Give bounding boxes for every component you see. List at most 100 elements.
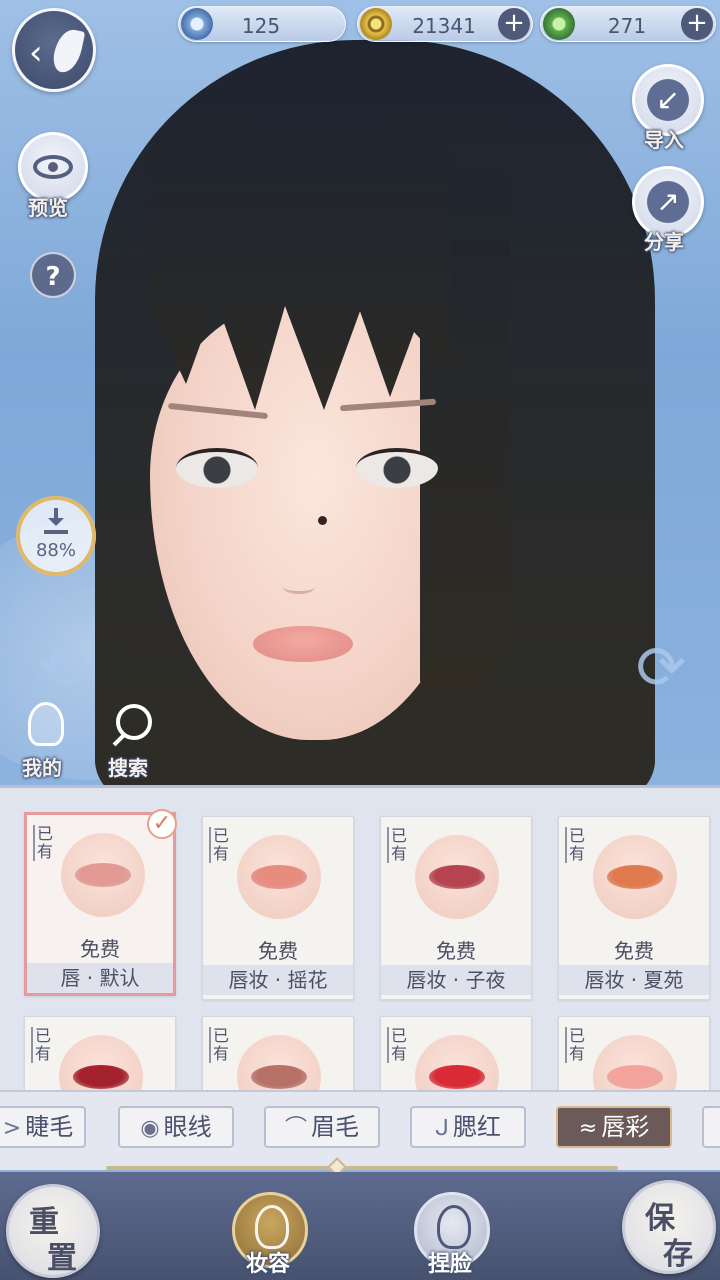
currency-gold: 21341 +	[357, 6, 533, 42]
lip-item-card[interactable]: 已有	[380, 1016, 532, 1090]
item-name: 唇妆 · 摇花	[203, 965, 353, 995]
makeup-category-tabs: > 睫毛 ◉ 眼线 ⌒ 眉毛 ᒍ 腮红 ≈ 唇彩	[0, 1090, 720, 1170]
my-looks-button[interactable]	[20, 700, 72, 752]
tab-label: 睫毛	[25, 1113, 74, 1141]
eyelash-icon: >	[2, 1116, 22, 1141]
green-token-icon	[543, 8, 575, 40]
owned-badge: 已有	[565, 827, 585, 863]
tab-label: 唇彩	[601, 1113, 650, 1141]
tab-eyeliner[interactable]: ◉ 眼线	[118, 1106, 234, 1148]
tab-eyebrow[interactable]: ⌒ 眉毛	[264, 1106, 380, 1148]
share-label: 分享	[644, 230, 684, 254]
lip-preview	[237, 835, 321, 919]
back-arrow-icon: ‹	[29, 33, 43, 73]
download-icon	[44, 508, 68, 534]
lip-item-card[interactable]: 已有	[202, 1016, 354, 1090]
rotate-left-icon[interactable]: ⟲	[36, 638, 126, 698]
lip-preview	[593, 835, 677, 919]
tab-label: 眼线	[163, 1113, 212, 1141]
back-button[interactable]: ‹	[12, 8, 96, 92]
bottom-bar	[0, 1172, 720, 1280]
tabs-scrollbar[interactable]	[106, 1166, 618, 1170]
lip-item-card[interactable]: 已有	[558, 1016, 710, 1090]
add-gold-button[interactable]: +	[498, 8, 530, 40]
owned-badge: 已有	[33, 825, 53, 861]
rotate-right-icon[interactable]: ⟳	[596, 638, 686, 698]
character-lips	[253, 626, 353, 662]
download-percent: 88%	[35, 540, 76, 561]
silver-jade-icon	[181, 8, 213, 40]
selected-check-icon: ✓	[147, 809, 177, 839]
gold-coin-icon	[360, 8, 392, 40]
lip-swatch-icon	[251, 865, 307, 889]
beauty-mark	[318, 516, 327, 525]
lip-swatch-icon	[429, 865, 485, 889]
item-name: 唇妆 · 子夜	[381, 965, 531, 995]
lip-swatch-icon	[251, 1065, 307, 1089]
lip-swatch-icon	[607, 1065, 663, 1089]
lip-swatch-icon	[75, 863, 131, 887]
share-icon: ↗	[647, 181, 689, 223]
tab-label: 眉毛	[311, 1113, 359, 1141]
item-price: 免费	[258, 939, 298, 963]
tab-eyelash[interactable]: > 睫毛	[0, 1106, 86, 1148]
lip-preview	[59, 1035, 143, 1090]
download-progress[interactable]: 88%	[16, 496, 96, 576]
item-price: 免费	[614, 939, 654, 963]
left-eye	[176, 448, 258, 488]
lip-item-card[interactable]: 已有 免费 唇 · 默认 ✓	[24, 809, 177, 996]
right-eye	[356, 448, 438, 488]
preview-label: 预览	[28, 196, 68, 220]
lip-preview	[415, 835, 499, 919]
owned-badge: 已有	[209, 1027, 229, 1063]
add-token-button[interactable]: +	[681, 8, 713, 40]
lip-preview	[237, 1035, 321, 1090]
owned-badge: 已有	[565, 1027, 585, 1063]
currency-jade-value: 125	[241, 14, 281, 38]
reset-button[interactable]: 重 置	[6, 1184, 100, 1278]
tab-blush[interactable]: ᒍ 腮红	[410, 1106, 526, 1148]
lip-preview	[61, 833, 145, 917]
makeup-mode-label: 妆容	[246, 1251, 291, 1277]
person-icon	[28, 702, 64, 746]
tab-next-partial[interactable]	[702, 1106, 720, 1148]
makeup-portrait-icon	[255, 1205, 289, 1249]
blush-icon: ᒍ	[435, 1116, 449, 1141]
save-label-2: 存	[663, 1237, 693, 1272]
reset-label-2: 置	[47, 1241, 77, 1276]
face-sculpt-label: 捏脸	[428, 1251, 473, 1277]
item-price: 免费	[80, 937, 120, 961]
lip-preview	[415, 1035, 499, 1090]
lip-swatch-icon	[607, 865, 663, 889]
lip-item-card[interactable]: 已有 免费 唇妆 · 夏苑	[558, 816, 710, 1000]
tab-lipstick[interactable]: ≈ 唇彩	[556, 1106, 672, 1148]
help-button[interactable]: ?	[30, 252, 76, 298]
eyebrow-icon: ⌒	[284, 1116, 307, 1141]
owned-badge: 已有	[387, 827, 407, 863]
face-portrait-icon	[437, 1205, 471, 1249]
eye-icon: ◉	[140, 1116, 160, 1141]
lip-item-card[interactable]: 已有 免费 唇妆 · 摇花	[202, 816, 354, 1000]
character-viewport[interactable]: ⟲ ⟳	[0, 0, 720, 785]
search-icon	[116, 704, 152, 740]
tab-label: 腮红	[452, 1113, 501, 1141]
import-label: 导入	[644, 128, 684, 152]
lip-style-grid: 已有 免费 唇 · 默认 ✓ 已有 免费 唇妆 · 摇花 已有 免费 唇妆 · …	[0, 785, 720, 1090]
character-nose	[283, 580, 315, 594]
item-name: 唇妆 · 夏苑	[559, 965, 709, 995]
search-button[interactable]	[108, 700, 160, 752]
owned-badge: 已有	[209, 827, 229, 863]
lip-item-card[interactable]: 已有	[24, 1016, 176, 1090]
lips-icon: ≈	[578, 1116, 598, 1141]
lip-swatch-icon	[73, 1065, 129, 1089]
butterfly-wing-icon	[50, 26, 86, 76]
owned-badge: 已有	[387, 1027, 407, 1063]
lip-item-card[interactable]: 已有 免费 唇妆 · 子夜	[380, 816, 532, 1000]
currency-token: 271 +	[540, 6, 716, 42]
save-button[interactable]: 保 存	[622, 1180, 716, 1274]
currency-jade: 125	[178, 6, 346, 42]
currency-token-value: 271	[607, 14, 647, 38]
item-name: 唇 · 默认	[27, 963, 173, 993]
item-price: 免费	[436, 939, 476, 963]
search-label: 搜索	[108, 756, 148, 780]
